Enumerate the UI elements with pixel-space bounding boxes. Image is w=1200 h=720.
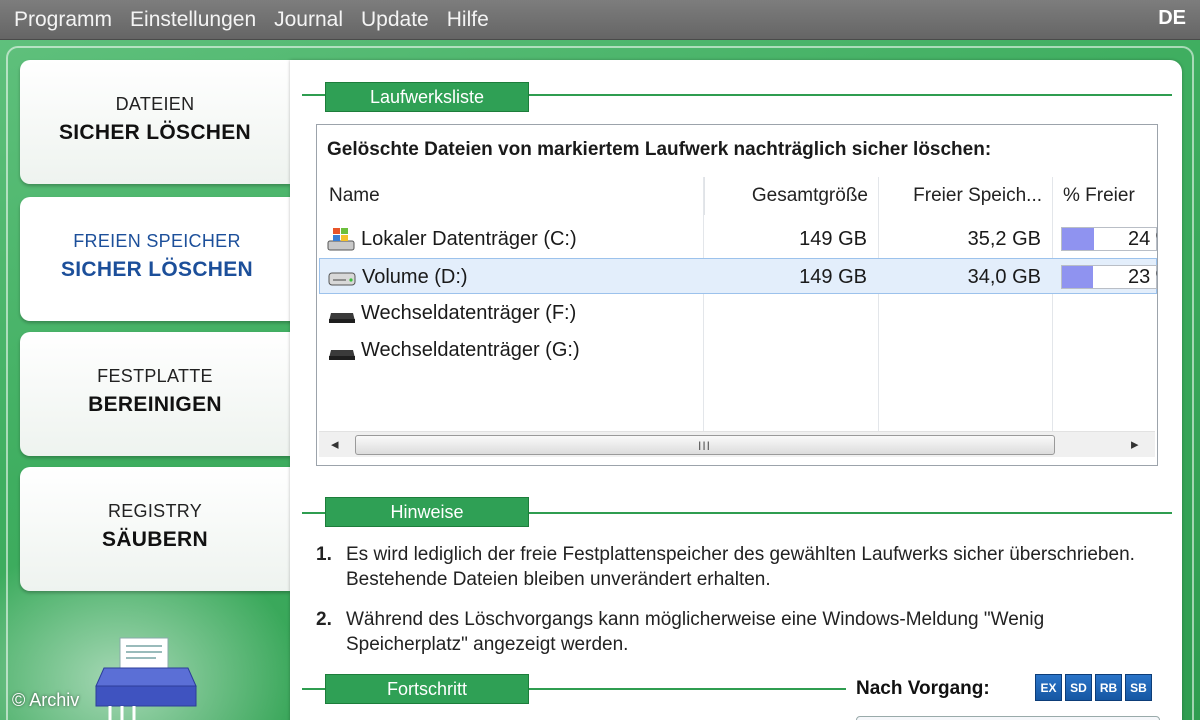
drive-total: 149 GB <box>799 227 867 250</box>
hint-text: Während des Löschvorgangs kann möglicher… <box>346 609 1045 655</box>
drive-row-d[interactable]: Volume (D:) 149 GB 34,0 GB 23 % <box>319 258 1157 294</box>
menu-einstellungen[interactable]: Einstellungen <box>130 8 256 32</box>
nav-label-top: REGISTRY <box>107 501 203 521</box>
shredder-icon <box>95 637 197 720</box>
drive-list-heading: Gelöschte Dateien von markiertem Laufwer… <box>327 139 992 160</box>
column-header-percent[interactable]: % Freier <box>1053 177 1157 215</box>
drive-name: Wechseldatenträger (F:) <box>361 301 577 324</box>
hint-text: Es wird lediglich der freie Festplattens… <box>346 544 1135 590</box>
horizontal-scrollbar[interactable]: ◂ III ▸ <box>319 431 1155 457</box>
drive-name: Volume (D:) <box>362 265 468 288</box>
section-title-drives: Laufwerksliste <box>325 82 529 112</box>
after-process-select[interactable] <box>856 716 1160 720</box>
hard-drive-icon <box>328 272 356 286</box>
language-selector[interactable]: DE <box>1158 7 1186 30</box>
nav-label-bottom: BEREINIGEN <box>88 393 222 416</box>
column-header-name[interactable]: Name <box>319 177 705 215</box>
section-title-hints: Hinweise <box>325 497 529 527</box>
drive-row-g[interactable]: Wechseldatenträger (G:) <box>319 332 1157 368</box>
section-title-progress: Fortschritt <box>325 674 529 704</box>
drive-free: 35,2 GB <box>967 227 1041 250</box>
menu-bar: Programm Einstellungen Journal Update Hi… <box>0 0 1200 40</box>
free-percent-fill <box>1062 228 1094 250</box>
removable-drive-icon <box>329 313 355 323</box>
hint-item: 2. Während des Löschvorgangs kann möglic… <box>316 607 1156 659</box>
free-percent-fill <box>1062 266 1093 288</box>
nav-label-bottom: SICHER LÖSCHEN <box>58 121 252 144</box>
nav-label-bottom: SICHER LÖSCHEN <box>60 258 254 281</box>
nav-label-top: FESTPLATTE <box>97 366 213 386</box>
drive-row-c[interactable]: Lokaler Datenträger (C:) 149 GB 35,2 GB … <box>319 221 1157 257</box>
drive-free: 34,0 GB <box>967 265 1041 288</box>
drive-name: Lokaler Datenträger (C:) <box>361 227 577 250</box>
drive-list: Gelöschte Dateien von markiertem Laufwer… <box>316 124 1158 466</box>
free-percent-text: 24 % <box>1128 228 1157 250</box>
hint-number: 2. <box>316 609 332 630</box>
after-option-ex-button[interactable]: EX <box>1035 674 1062 701</box>
menu-hilfe[interactable]: Hilfe <box>447 8 489 32</box>
drive-row-f[interactable]: Wechseldatenträger (F:) <box>319 295 1157 331</box>
removable-drive-icon <box>329 350 355 360</box>
column-header-total[interactable]: Gesamtgröße <box>705 177 879 215</box>
scroll-left-icon[interactable]: ◂ <box>331 435 339 453</box>
hint-item: 1. Es wird lediglich der freie Festplatt… <box>316 542 1156 594</box>
drive-total: 149 GB <box>799 265 867 288</box>
nav-free-space[interactable]: FREIEN SPEICHER SICHER LÖSCHEN <box>20 197 294 321</box>
nav-registry[interactable]: REGISTRY SÄUBERN <box>20 467 290 591</box>
windows-drive-icon <box>327 228 355 251</box>
menu-programm[interactable]: Programm <box>14 8 112 32</box>
column-header-free[interactable]: Freier Speich... <box>879 177 1053 215</box>
nav-clean-disk[interactable]: FESTPLATTE BEREINIGEN <box>20 332 290 456</box>
after-option-rb-button[interactable]: RB <box>1095 674 1122 701</box>
scroll-grip: III <box>698 439 712 453</box>
menu-update[interactable]: Update <box>361 8 429 32</box>
free-percent-bar: 23 % <box>1061 265 1157 289</box>
nav-label-bottom: SÄUBERN <box>102 528 208 551</box>
nav-label-top: FREIEN SPEICHER <box>73 231 241 251</box>
after-process-label: Nach Vorgang: <box>856 678 990 699</box>
scroll-right-icon[interactable]: ▸ <box>1131 435 1139 453</box>
drive-name: Wechseldatenträger (G:) <box>361 338 580 361</box>
after-option-sd-button[interactable]: SD <box>1065 674 1092 701</box>
after-option-sb-button[interactable]: SB <box>1125 674 1152 701</box>
menu-journal[interactable]: Journal <box>274 8 343 32</box>
nav-label-top: DATEIEN <box>115 94 195 114</box>
main-panel: Laufwerksliste Gelöschte Dateien von mar… <box>290 60 1182 720</box>
scroll-thumb[interactable]: III <box>355 435 1055 455</box>
nav-delete-files[interactable]: DATEIEN SICHER LÖSCHEN <box>20 60 290 184</box>
free-percent-bar: 24 % <box>1061 227 1157 251</box>
hint-number: 1. <box>316 544 332 565</box>
archive-watermark: © Archiv <box>12 690 80 710</box>
free-percent-text: 23 % <box>1128 266 1157 288</box>
